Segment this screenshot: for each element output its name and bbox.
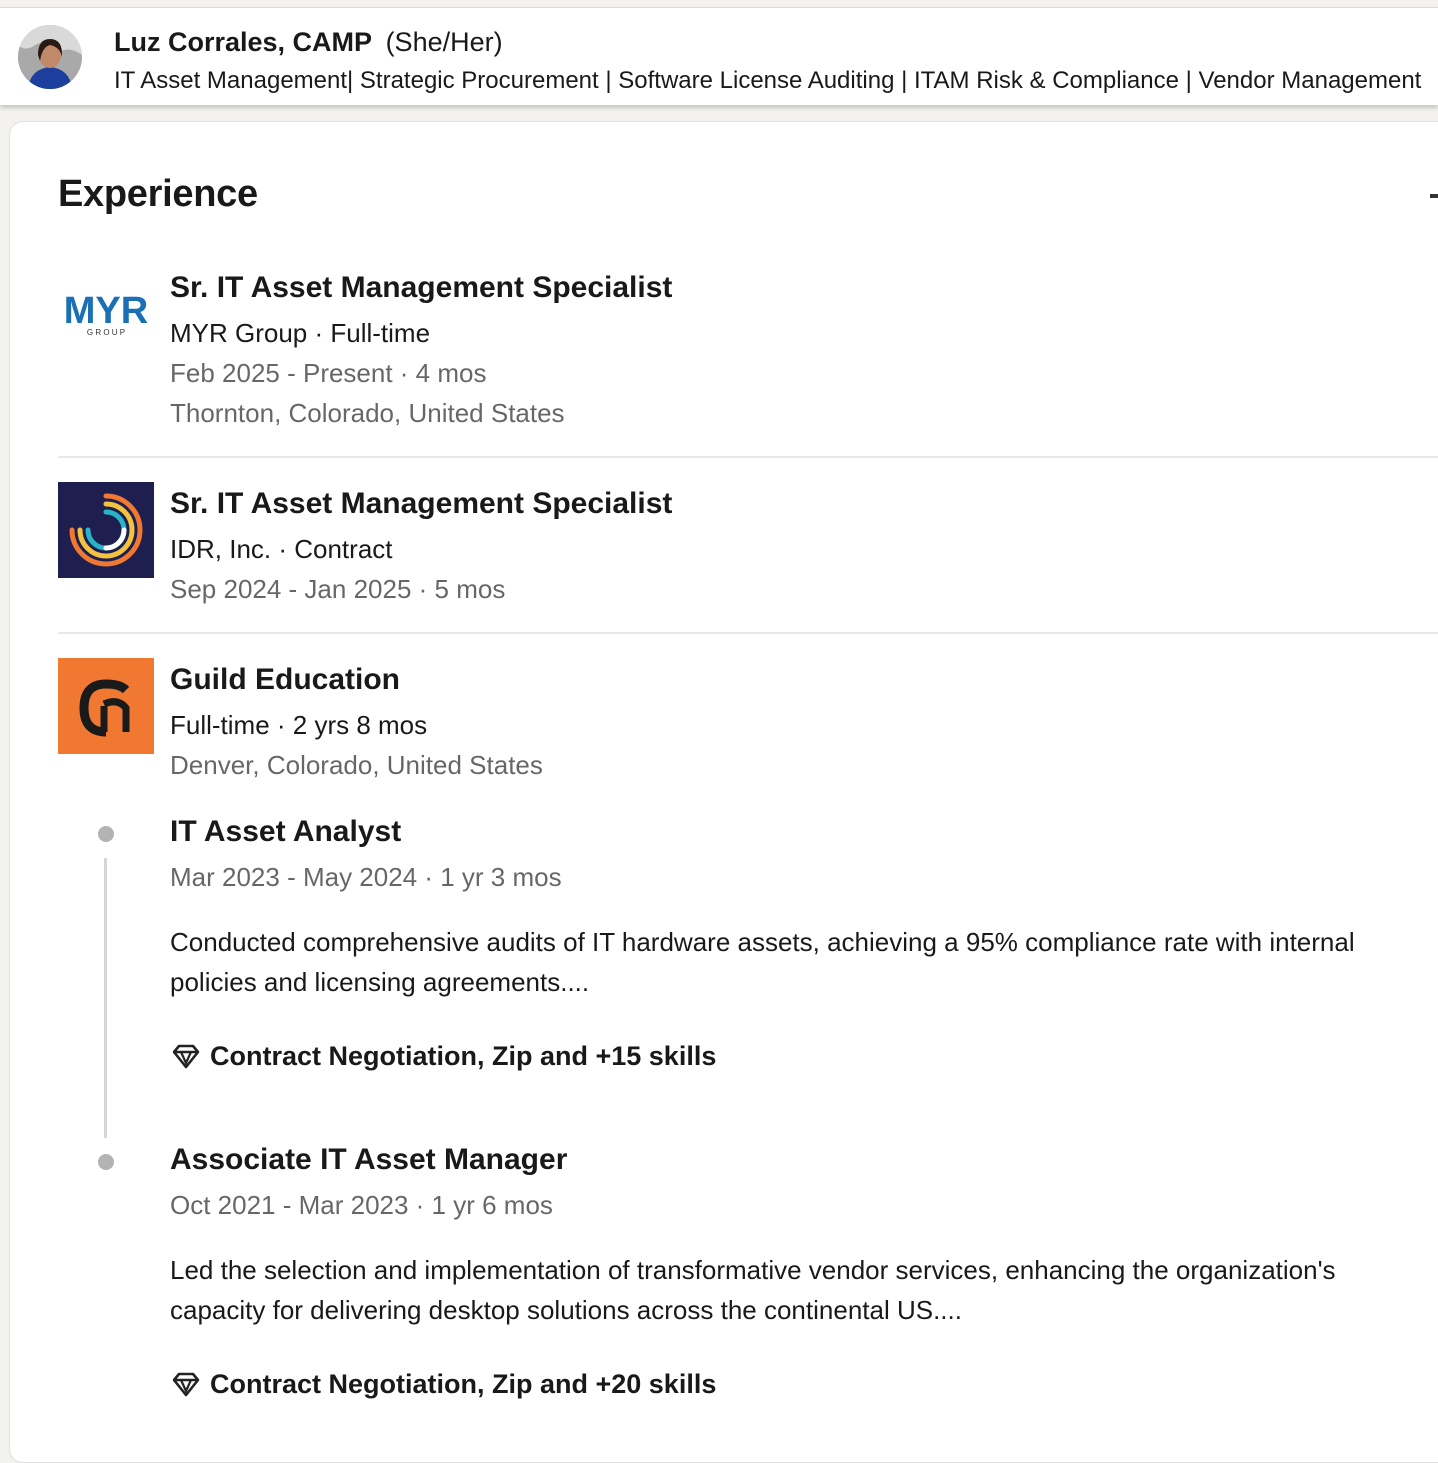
see-more-link[interactable]: … — [1430, 1316, 1438, 1320]
myr-logo-graphic: MYR G R O U P — [58, 283, 154, 379]
profile-sticky-header: Luz Corrales, CAMP (She/Her) IT Asset Ma… — [0, 7, 1438, 105]
experience-title[interactable]: Sr. IT Asset Management Specialist — [170, 271, 672, 305]
see-more-link[interactable]: … — [1430, 988, 1438, 992]
guild-education-logo[interactable] — [58, 658, 154, 754]
skills-text: Contract Negotiation, Zip and +15 skills — [210, 1041, 717, 1071]
experience-company[interactable]: MYR Group · Full-time — [170, 318, 430, 349]
experience-dates: Feb 2025 - Present · 4 mos — [170, 358, 487, 388]
profile-headline: IT Asset Management| Strategic Procureme… — [114, 67, 1422, 94]
experience-divider — [58, 456, 1438, 458]
profile-name-line: Luz Corrales, CAMP (She/Her) — [114, 27, 503, 58]
skills-text: Contract Negotiation, Zip and +20 skills — [210, 1369, 717, 1399]
profile-pronouns: (She/Her) — [385, 27, 503, 57]
section-title: Experience — [58, 173, 258, 215]
company-tenure: Full-time · 2 yrs 8 mos — [170, 710, 428, 740]
company-name[interactable]: Guild Education — [170, 663, 400, 697]
guild-logo-graphic — [58, 658, 154, 754]
role-description: Led the selection and implementation of … — [170, 1255, 1336, 1325]
idr-inc-logo[interactable] — [58, 482, 154, 578]
myr-logo-letters: MYR — [64, 290, 148, 332]
company-location: Denver, Colorado, United States — [170, 750, 543, 780]
experience-title[interactable]: Sr. IT Asset Management Specialist — [170, 487, 672, 521]
timeline-dot — [98, 1154, 114, 1170]
role-skills[interactable]: Contract Negotiation, Zip and +20 skills — [170, 1369, 716, 1403]
myr-logo-subtext: G R O U P — [87, 328, 125, 337]
role-skills[interactable]: Contract Negotiation, Zip and +15 skills — [170, 1041, 716, 1075]
experience-company[interactable]: IDR, Inc. · Contract — [170, 534, 393, 565]
experience-dates: Sep 2024 - Jan 2025 · 5 mos — [170, 574, 506, 604]
experience-location: Thornton, Colorado, United States — [170, 398, 565, 428]
timeline-dot — [98, 826, 114, 842]
role-dates: Mar 2023 - May 2024 · 1 yr 3 mos — [170, 862, 562, 892]
profile-avatar[interactable] — [18, 25, 82, 89]
skills-diamond-icon — [170, 1371, 202, 1399]
myr-group-logo[interactable]: MYR G R O U P — [58, 283, 154, 379]
role-title[interactable]: Associate IT Asset Manager — [170, 1143, 567, 1177]
skills-diamond-icon — [170, 1043, 202, 1071]
avatar-photo — [18, 25, 82, 89]
experience-divider — [58, 632, 1438, 634]
add-experience-icon[interactable] — [1430, 194, 1438, 198]
idr-logo-graphic — [58, 482, 154, 578]
role-title[interactable]: IT Asset Analyst — [170, 815, 401, 849]
profile-name: Luz Corrales, CAMP — [114, 27, 373, 57]
timeline-line — [104, 858, 107, 1138]
role-description: Conducted comprehensive audits of IT har… — [170, 927, 1355, 997]
role-dates: Oct 2021 - Mar 2023 · 1 yr 6 mos — [170, 1190, 553, 1220]
